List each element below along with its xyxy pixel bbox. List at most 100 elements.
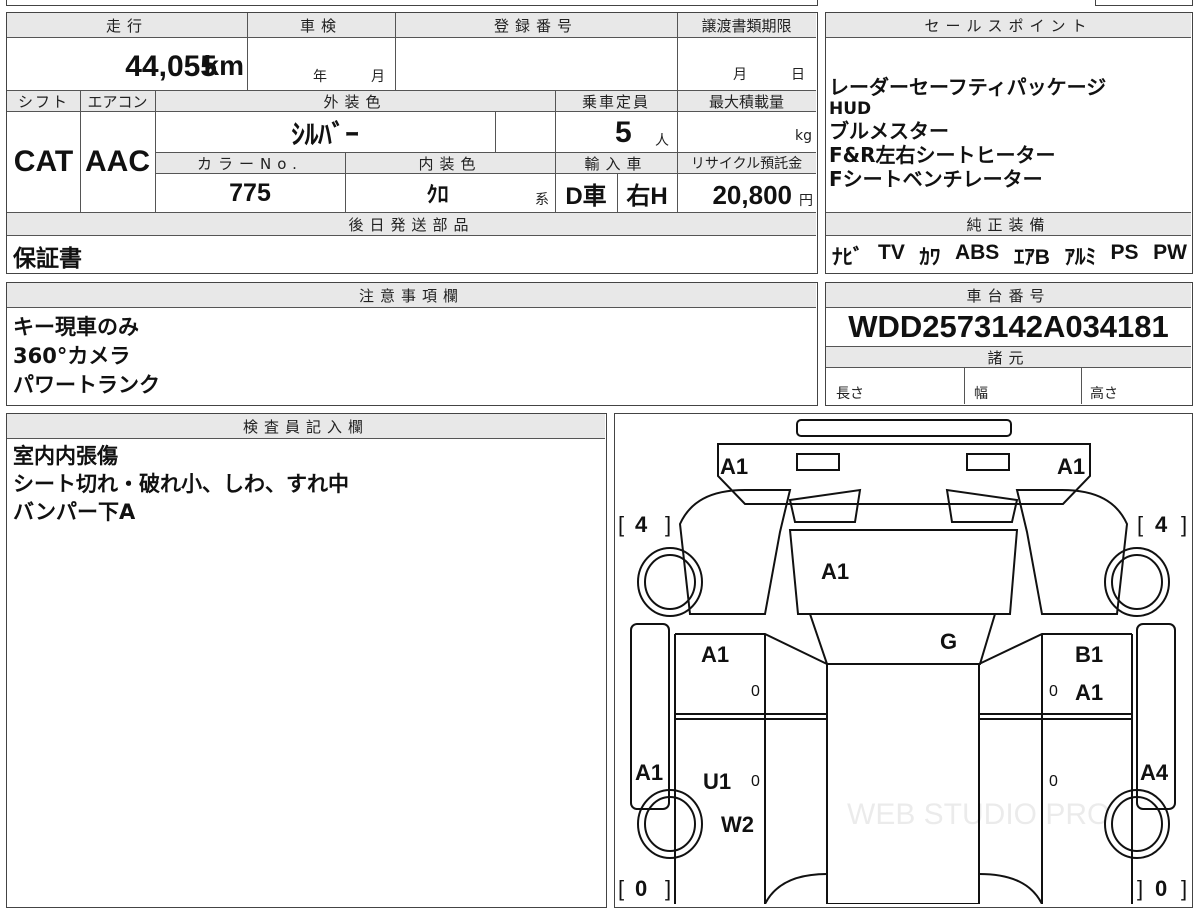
bracket-open: [ bbox=[1137, 512, 1143, 537]
sales-point-item: HUD bbox=[829, 99, 872, 119]
recycle-cell: 20,800 円 bbox=[677, 174, 816, 212]
later-parts-header: 後日発送部品 bbox=[7, 212, 816, 236]
inspector-note-item: 室内内張傷 bbox=[13, 444, 118, 468]
aircon-header: エアコン bbox=[80, 90, 155, 112]
mileage-header: 走行 bbox=[7, 13, 247, 38]
vehicle-info-table: 走行 車検 登録番号 譲渡書類期限 44,055 km 年 月 月 日 シフト … bbox=[6, 12, 818, 274]
interior-color-value: ｸﾛ bbox=[426, 182, 449, 207]
tire-front-left-value: 4 bbox=[635, 512, 648, 537]
handle-value: 右H bbox=[626, 182, 668, 210]
watermark: WEB STUDIO PRO bbox=[847, 798, 1110, 831]
sales-points-header: セールスポイント bbox=[826, 13, 1191, 38]
mark-right-side: A4 bbox=[1140, 760, 1169, 785]
bracket-close: ] bbox=[665, 512, 671, 537]
car-diagram: [ 4 ] [ 4 ] [ 0 ] ] 0 ] A1 A1 A1 G A1 B1… bbox=[618, 419, 1187, 904]
bracket-open: [ bbox=[618, 876, 624, 901]
sales-points-box: セールスポイント レーダーセーフティパッケージ HUD ブルメスター F&R左右… bbox=[825, 12, 1193, 274]
bracket-open: ] bbox=[1137, 876, 1143, 901]
top-partial-row bbox=[6, 0, 818, 6]
aircon-value: AAC bbox=[85, 145, 150, 178]
capacity-value: 5 bbox=[615, 116, 632, 149]
bracket-close: ] bbox=[1181, 512, 1187, 537]
deadline-month-unit: 月 bbox=[733, 67, 747, 83]
later-parts-value: 保証書 bbox=[13, 245, 82, 271]
import-header: 輸入車 bbox=[555, 152, 677, 174]
mileage-unit: km bbox=[203, 50, 244, 81]
equipment-item: PS bbox=[1110, 241, 1139, 264]
notes-header: 注意事項欄 bbox=[7, 283, 816, 308]
mark-windshield: G bbox=[940, 629, 957, 654]
zero-count: 0 bbox=[751, 773, 760, 790]
inspector-note-item: シート切れ・破れ小、しわ、すれ中 bbox=[13, 472, 349, 496]
mark-hood: A1 bbox=[821, 559, 849, 584]
tire-front-right-value: 4 bbox=[1155, 512, 1168, 537]
tire-rear-right-value: 0 bbox=[1155, 876, 1167, 901]
load-unit: kg bbox=[795, 128, 812, 144]
sales-points-list: レーダーセーフティパッケージ HUD ブルメスター F&R左右シートヒーター F… bbox=[829, 75, 1106, 191]
capacity-cell: 5 人 bbox=[555, 112, 677, 152]
equipment-item: TV bbox=[878, 241, 905, 264]
shift-header: シフト bbox=[7, 90, 80, 112]
bracket-close: ] bbox=[1181, 876, 1187, 901]
mark-front-right: A1 bbox=[1057, 454, 1085, 479]
damage-diagram-box: [ 4 ] [ 4 ] [ 0 ] ] 0 ] A1 A1 A1 G A1 B1… bbox=[614, 413, 1193, 908]
zero-count: 0 bbox=[1049, 773, 1058, 790]
spec-length-label: 長さ bbox=[836, 386, 864, 402]
chassis-number: WDD2573142A034181 bbox=[848, 309, 1169, 344]
mark-front-door-right-2: A1 bbox=[1075, 680, 1103, 705]
equipment-item: ｴｱB bbox=[1013, 246, 1050, 269]
capacity-header: 乗車定員 bbox=[555, 90, 677, 112]
recycle-unit: 円 bbox=[799, 193, 813, 209]
sales-point-item: Fシートベンチレーター bbox=[829, 167, 1043, 191]
shift-value: CAT bbox=[13, 145, 74, 178]
equipment-item: ｱﾙﾐ bbox=[1064, 246, 1097, 269]
equipment-header: 純正装備 bbox=[826, 212, 1191, 236]
transfer-deadline-cell: 月 日 bbox=[677, 38, 816, 90]
notes-box: 注意事項欄 キー現車のみ 360°カメラ パワートランク bbox=[6, 282, 818, 406]
recycle-value: 20,800 bbox=[712, 180, 792, 210]
note-item: キー現車のみ bbox=[13, 315, 139, 339]
spec-height-label: 高さ bbox=[1090, 386, 1118, 402]
notes-list: キー現車のみ 360°カメラ パワートランク bbox=[13, 313, 160, 400]
sales-point-item: レーダーセーフティパッケージ bbox=[829, 75, 1107, 99]
inspection-month-unit: 月 bbox=[371, 69, 385, 85]
equipment-item: ｶﾜ bbox=[919, 246, 941, 269]
interior-suffix: 系 bbox=[535, 192, 549, 208]
tire-front-left-bracket: [ bbox=[618, 512, 624, 537]
sales-point-item: ブルメスター bbox=[829, 119, 949, 143]
transfer-deadline-header: 譲渡書類期限 bbox=[677, 13, 816, 38]
chassis-box: 車台番号 WDD2573142A034181 諸元 長さ 幅 高さ bbox=[825, 282, 1193, 406]
color-no-value: 775 bbox=[229, 178, 271, 207]
note-item: パワートランク bbox=[13, 373, 160, 397]
max-load-header: 最大積載量 bbox=[677, 90, 816, 112]
equipment-list: ﾅﾋﾞ TV ｶﾜ ABS ｴｱB ｱﾙﾐ PS PW bbox=[832, 241, 1187, 271]
equipment-item: ABS bbox=[954, 241, 1000, 264]
inspector-note-item: バンパー下A bbox=[13, 500, 136, 524]
sales-point-item: F&R左右シートヒーター bbox=[829, 143, 1056, 167]
inspection-year-unit: 年 bbox=[313, 69, 327, 85]
mark-rear-door-left-1: U1 bbox=[703, 769, 731, 794]
specs-header: 諸元 bbox=[826, 346, 1191, 368]
note-item: 360°カメラ bbox=[13, 344, 131, 368]
interior-color-header: 内装色 bbox=[345, 152, 555, 174]
top-partial-right bbox=[1095, 0, 1193, 6]
tire-rear-left-value: 0 bbox=[635, 876, 647, 901]
registration-header: 登録番号 bbox=[395, 13, 677, 38]
inspector-notes-list: 室内内張傷 シート切れ・破れ小、しわ、すれ中 バンパー下A bbox=[13, 442, 349, 526]
mileage-cell: 44,055 km bbox=[7, 38, 247, 90]
import-type-value: D車 bbox=[565, 182, 607, 210]
color-no-header: カラーNo. bbox=[155, 152, 345, 174]
zero-count: 0 bbox=[1049, 683, 1058, 700]
inspector-notes-header: 検査員記入欄 bbox=[7, 414, 605, 439]
inspection-cell: 年 月 bbox=[247, 38, 395, 90]
equipment-item: ﾅﾋﾞ bbox=[832, 246, 864, 269]
equipment-item: PW bbox=[1153, 241, 1187, 264]
deadline-day-unit: 日 bbox=[791, 67, 805, 83]
inspector-notes-box: 検査員記入欄 室内内張傷 シート切れ・破れ小、しわ、すれ中 バンパー下A bbox=[6, 413, 607, 908]
zero-count: 0 bbox=[751, 683, 760, 700]
mark-left-side: A1 bbox=[635, 760, 663, 785]
chassis-header: 車台番号 bbox=[826, 283, 1191, 308]
exterior-color-value: ｼﾙﾊﾞｰ bbox=[291, 119, 359, 150]
mark-rear-door-left-2: W2 bbox=[721, 812, 754, 837]
bracket-close: ] bbox=[665, 876, 671, 901]
